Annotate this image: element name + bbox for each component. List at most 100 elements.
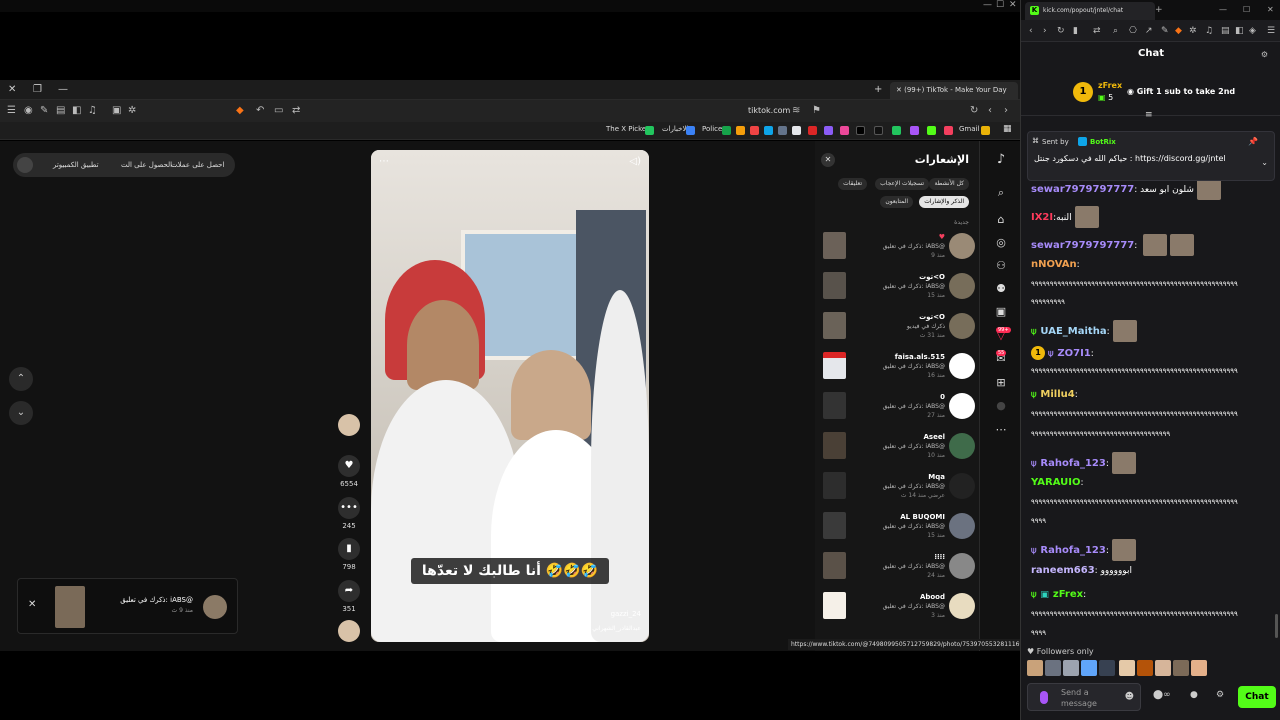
avatar[interactable]	[1027, 660, 1043, 676]
tab-close-icon[interactable]: ✕	[896, 86, 904, 94]
tabs-icon[interactable]: ▣	[112, 105, 121, 116]
comment-button[interactable]: ••• 245	[338, 497, 360, 530]
minimize-icon[interactable]: —	[983, 0, 992, 10]
gift-cta[interactable]: ◉ Gift 1 sub to take 2nd	[1127, 87, 1235, 96]
reload-icon[interactable]: ↻	[970, 105, 978, 116]
avatar[interactable]	[949, 433, 975, 459]
settings-icon[interactable]: ≋	[792, 105, 800, 116]
back-arrow-icon[interactable]: ‹	[988, 105, 992, 116]
close-window-icon[interactable]: ✕	[8, 84, 16, 95]
avatar[interactable]	[949, 393, 975, 419]
avatar[interactable]	[949, 553, 975, 579]
chat-username[interactable]: Rahofa_123	[1040, 458, 1105, 469]
pinned-message[interactable]: ⌘ Sent by BotRix حياكم الله في دسكورد جن…	[1027, 131, 1275, 181]
notification-row[interactable]: توت<O ذكرك في فيديو منذ 31 ث	[823, 310, 975, 346]
chat-username[interactable]: sewar7979797777	[1031, 184, 1134, 195]
chat-bubble-icon[interactable]: ●	[1190, 690, 1198, 700]
kick-icon[interactable]	[927, 126, 936, 135]
bookmark-icon[interactable]: ▮	[1073, 26, 1078, 36]
bookmark-gmail[interactable]: Gmail	[959, 125, 979, 133]
avatar[interactable]	[949, 313, 975, 339]
save-button[interactable]: ▮ 798	[338, 538, 360, 571]
edit-icon[interactable]: ✎	[1161, 26, 1169, 36]
avatar[interactable]	[1137, 660, 1153, 676]
chat-username[interactable]: nNOVAn	[1031, 259, 1077, 270]
avatar[interactable]	[949, 513, 975, 539]
close-icon[interactable]: ✕	[1009, 0, 1017, 10]
avatar[interactable]	[949, 353, 975, 379]
explore-icon[interactable]: ◎	[992, 234, 1010, 252]
avatar[interactable]	[1063, 660, 1079, 676]
more-options-icon[interactable]: ⋯	[379, 156, 389, 167]
emotes-icon[interactable]: ⬤∞	[1153, 690, 1171, 700]
brave-shield-icon[interactable]: ◆	[1175, 26, 1182, 36]
emoji-icon[interactable]: ☻	[1125, 692, 1134, 702]
new-tab-icon[interactable]: +	[1155, 5, 1163, 15]
gift-leaderboard[interactable]: 1 zFrex ▣ 5 ◉ Gift 1 sub to take 2nd ≡	[1021, 72, 1280, 120]
microphone-icon[interactable]	[1040, 691, 1048, 704]
more-icon[interactable]: ⋯	[992, 421, 1010, 439]
comment-icon[interactable]: •••	[338, 497, 360, 519]
forward-arrow-icon[interactable]: ›	[1004, 105, 1008, 116]
maximize-icon[interactable]: ☐	[1243, 5, 1250, 14]
notification-row[interactable]: ⁞⁞⁞⁞ ذكرك في تعليق: iABS@ منذ 24	[823, 550, 975, 586]
avatar[interactable]	[1173, 660, 1189, 676]
tab-tiktok[interactable]: ✕ (99+) TikTok - Make Your Day	[890, 82, 1018, 100]
avatar[interactable]	[949, 273, 975, 299]
avatar[interactable]	[1099, 660, 1115, 676]
panel-icon[interactable]: ▤	[56, 105, 65, 116]
live-icon[interactable]: ▣	[992, 303, 1010, 321]
video-author[interactable]: gazzi_24	[611, 610, 641, 618]
settings-icon[interactable]: ⚙	[1261, 50, 1268, 59]
scrollbar[interactable]	[1275, 614, 1278, 638]
share-button[interactable]: ➦ 351	[338, 580, 360, 613]
avatar[interactable]	[1045, 660, 1061, 676]
sidebar-icon[interactable]: ◧	[72, 105, 81, 116]
chevron-down-icon[interactable]: ⌄	[1261, 158, 1268, 167]
reload-icon[interactable]: ↻	[1057, 26, 1065, 36]
following-icon[interactable]: ⚇	[992, 257, 1010, 275]
volume-icon[interactable]: ◁)	[629, 156, 641, 167]
forward-arrow-icon[interactable]: ›	[1043, 26, 1047, 36]
extension-icon[interactable]: ✲	[1189, 26, 1197, 36]
chat-input[interactable]: Send a message ☻	[1027, 683, 1141, 711]
get-coins-link[interactable]: احصل على عملات	[171, 161, 224, 169]
chat-username[interactable]: zFrex	[1053, 589, 1083, 600]
filter-all-activity[interactable]: كل الأنشطة	[929, 178, 969, 190]
youtube-icon[interactable]	[808, 126, 817, 135]
chat-username[interactable]: raneem663	[1031, 565, 1095, 576]
maximize-icon[interactable]: ☐	[996, 0, 1004, 10]
whatsapp-icon[interactable]	[892, 126, 901, 135]
chat-username[interactable]: sewar7979797777	[1031, 240, 1134, 251]
tiktok-icon[interactable]	[856, 126, 865, 135]
brave-shield-icon[interactable]: ◆	[236, 105, 244, 116]
instagram-icon[interactable]	[840, 126, 849, 135]
notification-row[interactable]: Abood ذكرك في تعليق: iABS@ منذ 3	[823, 590, 975, 626]
wallet-icon[interactable]: ◈	[1249, 26, 1256, 36]
filter-comments[interactable]: تعليقات	[838, 178, 867, 190]
video-player[interactable]: ⋯ ◁) أنا طالبك لا تعدّها 🤣🤣🤣 gazzi_24 #ع…	[371, 150, 649, 642]
chat-settings-icon[interactable]: ⚙	[1216, 690, 1224, 700]
avatar[interactable]	[338, 620, 360, 642]
notification-row[interactable]: Mqa ذكرك في تعليق: iABS@ عرضي منذ 14 ث	[823, 470, 975, 506]
apps-grid-icon[interactable]: ▦	[1003, 124, 1012, 134]
avatar[interactable]	[1119, 660, 1135, 676]
filter-followers[interactable]: المتابعون	[880, 196, 913, 208]
like-button[interactable]: ♥ 6554	[338, 455, 360, 488]
panel-icon[interactable]: ▤	[1221, 26, 1230, 36]
bookmark-x-picker[interactable]: The X Picker	[606, 125, 649, 133]
zoom-icon[interactable]: ⌕	[1113, 26, 1118, 36]
previous-video-button[interactable]: ⌃	[9, 367, 33, 391]
close-icon[interactable]: ✕	[1267, 5, 1274, 14]
avatar[interactable]	[949, 233, 975, 259]
restore-icon[interactable]: ❐	[33, 84, 42, 95]
avatar[interactable]	[17, 157, 33, 173]
download-desktop-app-link[interactable]: تطبيق الكمبيوتر	[53, 161, 99, 169]
x-icon[interactable]	[874, 126, 883, 135]
notification-row[interactable]: 0 ذكرك في تعليق: iABS@ منذ 27	[823, 390, 975, 426]
menu-icon[interactable]: ☰	[1267, 26, 1275, 36]
filter-icon[interactable]: ≡	[1145, 110, 1153, 120]
music-icon[interactable]: ♫	[1205, 26, 1213, 36]
bookmark-police[interactable]: Police	[702, 125, 722, 133]
next-video-button[interactable]: ⌄	[9, 401, 33, 425]
